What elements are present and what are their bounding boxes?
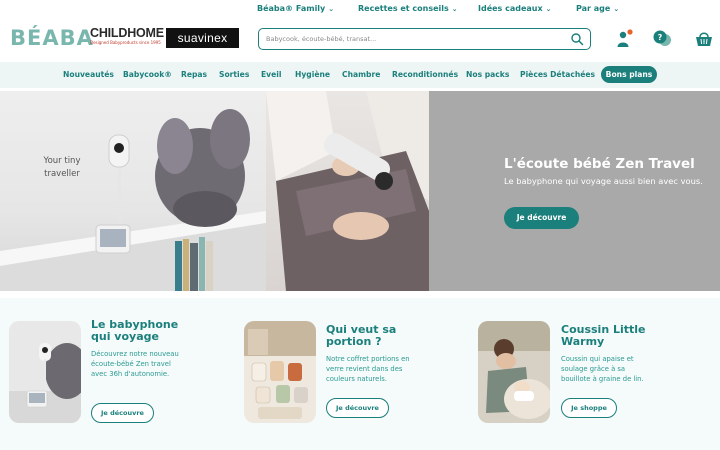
promo-text-coussin: Coussin qui apaise et soulage grâce à sa… <box>561 355 644 383</box>
search-icon[interactable] <box>570 32 584 46</box>
cat-chambre[interactable]: Chambre <box>342 70 380 79</box>
cat-eveil[interactable]: Eveil <box>261 70 282 79</box>
cat-hygiene[interactable]: Hygiène <box>295 70 330 79</box>
topnav-item-par-age[interactable]: Par age ⌄ <box>576 4 619 13</box>
topnav-item-recettes[interactable]: Recettes et conseils ⌄ <box>358 4 458 13</box>
promo-text-babyphone: Découvrez notre nouveau écoute-bébé Zen … <box>91 350 179 378</box>
help-chat-icon[interactable]: ? <box>652 29 672 49</box>
hero-subtitle: Le babyphone qui voyage aussi bien avec … <box>504 176 703 186</box>
cat-pieces-detachees[interactable]: Pièces Détachées <box>520 70 595 79</box>
hero-image-middle <box>266 91 429 291</box>
promo-text-portions: Notre coffret portions en verre revient … <box>326 355 410 383</box>
suavinex-logo[interactable]: suavinex <box>166 28 239 48</box>
bons-plans-button[interactable]: Bons plans <box>601 66 657 83</box>
childhome-logo-text: CHILDHOME <box>90 26 164 40</box>
hero-caption: Your tiny traveller <box>43 156 81 179</box>
chevron-down-icon: ⌄ <box>613 5 620 13</box>
cat-reconditionnes[interactable]: Reconditionnés <box>392 70 458 79</box>
category-nav: Nouveautés Babycook® Repas Sorties Eveil… <box>0 62 720 88</box>
promo-button-portions[interactable]: Je découvre <box>326 398 389 418</box>
svg-text:?: ? <box>658 33 663 42</box>
promo-title-portions: Qui veut sa portion ? <box>326 323 397 348</box>
page: Béaba® Family ⌄ Recettes et conseils ⌄ Idé… <box>0 0 720 450</box>
cat-sorties[interactable]: Sorties <box>219 70 249 79</box>
user-icon[interactable] <box>614 29 634 49</box>
cat-repas[interactable]: Repas <box>181 70 207 79</box>
promo-image-coussin[interactable] <box>478 321 550 423</box>
promo-image-portions[interactable] <box>244 321 316 423</box>
hero-title: L'écoute bébé Zen Travel <box>504 156 695 172</box>
promo-button-babyphone[interactable]: Je découvre <box>91 403 154 423</box>
search-input[interactable] <box>266 32 556 46</box>
cat-nouveautes[interactable]: Nouveautés <box>63 70 114 79</box>
chevron-down-icon: ⌄ <box>451 5 458 13</box>
cat-nos-packs[interactable]: Nos packs <box>466 70 509 79</box>
childhome-logo[interactable]: CHILDHOME Designed Babyproducts since 19… <box>90 26 164 49</box>
cart-icon[interactable] <box>694 29 714 49</box>
promo-button-coussin[interactable]: Je shoppe <box>561 398 617 418</box>
search-bar <box>258 28 591 50</box>
hero-photo-bag <box>266 91 429 291</box>
beaba-logo[interactable]: BÉABA <box>10 26 93 50</box>
chevron-down-icon: ⌄ <box>328 5 335 13</box>
notification-dot <box>627 29 633 35</box>
childhome-logo-tagline: Designed Babyproducts since 1995 <box>90 40 161 45</box>
topnav-item-beaba-family[interactable]: Béaba® Family ⌄ <box>257 4 334 13</box>
cat-babycook[interactable]: Babycook® <box>123 70 172 79</box>
promo-section: Le babyphone qui voyage Découvrez notre … <box>0 298 720 450</box>
promo-image-babyphone[interactable] <box>9 321 81 423</box>
promo-title-coussin: Coussin Little Warmy <box>561 323 646 348</box>
hero-image-left: Your tiny traveller <box>0 91 266 291</box>
hero-photo-shelf <box>0 109 266 291</box>
hero-cta-button[interactable]: Je découvre <box>504 207 579 229</box>
hero-banner: Your tiny traveller L'écoute bébé Zen Tr… <box>0 91 720 291</box>
topnav-item-idees-cadeaux[interactable]: Idées cadeaux ⌄ <box>478 4 552 13</box>
top-nav: Béaba® Family ⌄ Recettes et conseils ⌄ Idé… <box>0 0 720 22</box>
chevron-down-icon: ⌄ <box>545 5 552 13</box>
promo-title-babyphone: Le babyphone qui voyage <box>91 318 179 343</box>
